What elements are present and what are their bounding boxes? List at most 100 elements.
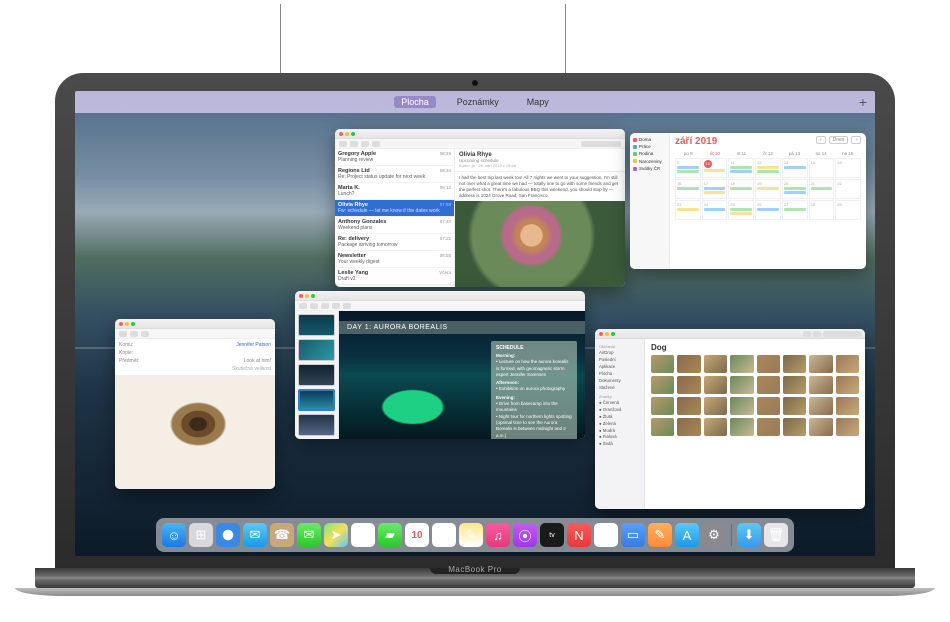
- finder-file-thumb[interactable]: [809, 418, 832, 436]
- dock-maps-icon[interactable]: ➤: [324, 523, 348, 547]
- dock-downloads-icon[interactable]: ⬇: [737, 523, 761, 547]
- dock-keynote-icon[interactable]: ▭: [621, 523, 645, 547]
- finder-tag-item[interactable]: ● Fialová: [599, 434, 640, 441]
- calendar-cell[interactable]: 12: [755, 158, 781, 178]
- toolbar-button[interactable]: [350, 141, 358, 147]
- add-space-button[interactable]: +: [859, 94, 867, 110]
- toolbar-button[interactable]: [130, 331, 138, 337]
- close-icon[interactable]: [599, 332, 603, 336]
- finder-file-thumb[interactable]: [651, 397, 674, 415]
- finder-file-thumb[interactable]: [730, 397, 753, 415]
- mail-list-item[interactable]: 08:29Gregory ApplePlanning review: [335, 149, 454, 166]
- finder-tag-item[interactable]: ● Oranžová: [599, 407, 640, 414]
- calendar-cell[interactable]: 27: [782, 200, 808, 220]
- calendar-sidebar-item[interactable]: Svátky ČR: [633, 165, 666, 172]
- mail-list-item[interactable]: 07:40Anthony GonzalesWeekend plans: [335, 217, 454, 234]
- minimize-icon[interactable]: [305, 294, 309, 298]
- finder-file-thumb[interactable]: [836, 355, 859, 373]
- finder-file-thumb[interactable]: [704, 418, 727, 436]
- dock-appstore-icon[interactable]: A: [675, 523, 699, 547]
- finder-tag-item[interactable]: ● Žlutá: [599, 414, 640, 421]
- calendar-cell[interactable]: 22: [835, 179, 861, 199]
- toolbar-button[interactable]: [332, 303, 340, 309]
- size-label[interactable]: Skutečná velikost: [232, 366, 271, 372]
- finder-file-thumb[interactable]: [730, 418, 753, 436]
- slide-thumb[interactable]: [298, 364, 335, 386]
- zoom-icon[interactable]: [351, 132, 355, 136]
- space-plocha[interactable]: Plocha: [394, 96, 436, 108]
- finder-file-thumb[interactable]: [757, 418, 780, 436]
- finder-file-thumb[interactable]: [757, 355, 780, 373]
- finder-tag-item[interactable]: ● Červená: [599, 400, 640, 407]
- finder-file-thumb[interactable]: [677, 418, 700, 436]
- finder-file-thumb[interactable]: [677, 355, 700, 373]
- finder-file-thumb[interactable]: [651, 355, 674, 373]
- finder-file-thumb[interactable]: [783, 376, 806, 394]
- finder-sidebar-item[interactable]: AirDrop: [599, 350, 640, 357]
- calendar-cell[interactable]: 15: [835, 158, 861, 178]
- finder-file-thumb[interactable]: [757, 397, 780, 415]
- dock-safari-icon[interactable]: ✦: [216, 523, 240, 547]
- finder-titlebar[interactable]: [595, 329, 865, 339]
- finder-sidebar-item[interactable]: Plocha: [599, 371, 640, 378]
- compose-window[interactable]: Komu:Jennifer Patson Kopie: Předmět:Look…: [115, 319, 275, 489]
- finder-file-thumb[interactable]: [836, 376, 859, 394]
- dock-notes-icon[interactable]: ✎: [459, 523, 483, 547]
- space-poznamky[interactable]: Poznámky: [450, 96, 506, 108]
- finder-file-thumb[interactable]: [809, 355, 832, 373]
- zoom-icon[interactable]: [131, 322, 135, 326]
- dock-numbers-icon[interactable]: ▤: [594, 523, 618, 547]
- finder-sidebar-item[interactable]: Poslední: [599, 357, 640, 364]
- slide-thumb-selected[interactable]: [298, 389, 335, 411]
- to-value[interactable]: Jennifer Patson: [236, 342, 271, 348]
- calendar-cell[interactable]: 18: [728, 179, 754, 199]
- toolbar-button[interactable]: [141, 331, 149, 337]
- dock-music-icon[interactable]: ♫: [486, 523, 510, 547]
- calendar-prev-button[interactable]: ‹: [816, 136, 826, 144]
- zoom-icon[interactable]: [311, 294, 315, 298]
- subject-value[interactable]: Look at him!: [244, 358, 271, 364]
- finder-sidebar[interactable]: OblíbenéAirDropPosledníAplikacePlochaDok…: [595, 339, 645, 509]
- toolbar-button[interactable]: [339, 141, 347, 147]
- finder-tag-item[interactable]: ● Šedá: [599, 441, 640, 448]
- calendar-window[interactable]: DomaPráceRodinaNarozeninySvátky ČR září …: [630, 133, 866, 269]
- dock-photos-icon[interactable]: ✿: [351, 523, 375, 547]
- mail-list-item[interactable]: 08:12Marta K.Lunch?: [335, 183, 454, 200]
- minimize-icon[interactable]: [345, 132, 349, 136]
- dock-reminders-icon[interactable]: ☰: [432, 523, 456, 547]
- dock-mail-icon[interactable]: ✉: [243, 523, 267, 547]
- mail-window[interactable]: 08:29Gregory ApplePlanning review08:24Re…: [335, 129, 625, 287]
- calendar-cell[interactable]: 29: [835, 200, 861, 220]
- calendar-today-button[interactable]: Dnes: [829, 136, 849, 144]
- calendar-sidebar-item[interactable]: Doma: [633, 136, 666, 143]
- calendar-cell[interactable]: 13: [782, 158, 808, 178]
- dock[interactable]: ☺⊞✦✉☎✉➤✿▰10☰✎♫⦿tvN▤▭✎A⚙⬇🗑: [156, 518, 794, 552]
- calendar-sidebar-item[interactable]: Narozeniny: [633, 158, 666, 165]
- mail-titlebar[interactable]: [335, 129, 625, 139]
- keynote-titlebar[interactable]: [295, 291, 585, 301]
- slide-thumb[interactable]: [298, 414, 335, 436]
- finder-icon-grid[interactable]: [651, 355, 859, 436]
- finder-file-thumb[interactable]: [677, 397, 700, 415]
- finder-file-thumb[interactable]: [704, 355, 727, 373]
- calendar-cell[interactable]: 11: [728, 158, 754, 178]
- calendar-cell[interactable]: 14: [809, 158, 835, 178]
- search-field[interactable]: [581, 141, 621, 147]
- keynote-window[interactable]: DAY 1: AURORA BOREALIS SCHEDULE Morning:…: [295, 291, 585, 439]
- toolbar-button[interactable]: [813, 331, 821, 337]
- calendar-cell[interactable]: 24: [702, 200, 728, 220]
- dock-calendar-icon[interactable]: 10: [405, 523, 429, 547]
- finder-tag-item[interactable]: ● Modrá: [599, 428, 640, 435]
- toolbar-button[interactable]: [321, 303, 329, 309]
- dock-finder-icon[interactable]: ☺: [162, 523, 186, 547]
- calendar-cell[interactable]: 16: [675, 179, 701, 199]
- calendar-cell[interactable]: 17: [702, 179, 728, 199]
- calendar-cell[interactable]: 21: [809, 179, 835, 199]
- finder-file-thumb[interactable]: [651, 418, 674, 436]
- calendar-cell[interactable]: 19: [755, 179, 781, 199]
- dock-podcasts-icon[interactable]: ⦿: [513, 523, 537, 547]
- finder-file-thumb[interactable]: [757, 376, 780, 394]
- close-icon[interactable]: [299, 294, 303, 298]
- slide-navigator[interactable]: [295, 311, 339, 439]
- finder-sidebar-item[interactable]: Aplikace: [599, 364, 640, 371]
